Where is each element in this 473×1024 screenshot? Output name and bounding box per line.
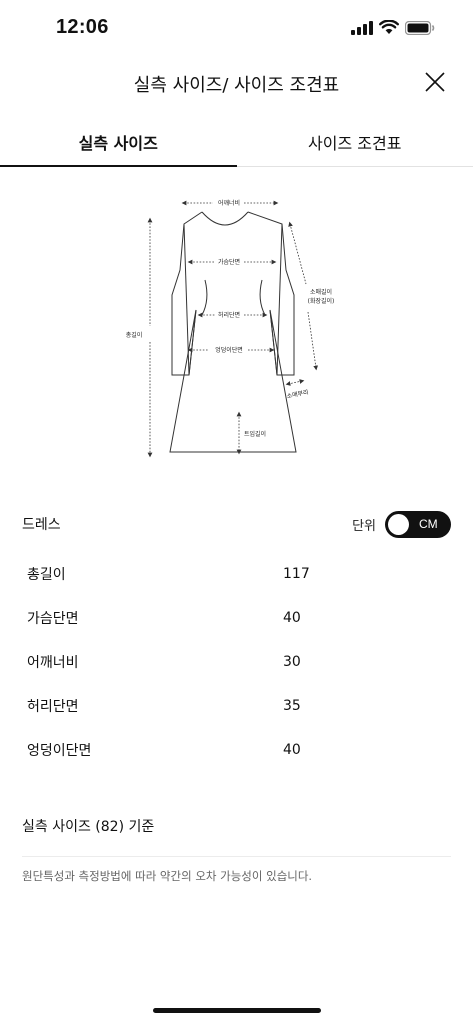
label-slit: 트임길이 xyxy=(244,430,266,438)
header: 실측 사이즈/ 사이즈 조견표 xyxy=(0,60,473,106)
measure-labels: 어깨너비 가슴단면 허리단면 엉덩이단면 총길이 소매길이 (화장길이) 소매부… xyxy=(126,199,335,438)
dress-outline xyxy=(169,211,297,453)
section-title: 드레스 xyxy=(22,517,61,533)
divider xyxy=(22,856,451,857)
unit-value: CM xyxy=(419,516,438,531)
size-value: 40 xyxy=(283,610,301,626)
label-shoulder: 어깨너비 xyxy=(218,199,240,207)
label-cuff: 소매부리 xyxy=(286,388,309,400)
status-icons xyxy=(351,20,435,35)
size-label: 가슴단면 xyxy=(27,611,79,627)
close-button[interactable] xyxy=(423,70,447,94)
measure-lines xyxy=(147,200,319,458)
unit-label: 단위 xyxy=(352,518,376,534)
size-value: 40 xyxy=(283,742,301,758)
unit-toggle[interactable]: CM xyxy=(385,510,451,538)
size-label: 총길이 xyxy=(27,567,66,583)
signal-icon xyxy=(351,20,373,35)
close-icon xyxy=(425,72,445,92)
label-hip: 엉덩이단면 xyxy=(215,346,243,354)
page-title: 실측 사이즈/ 사이즈 조견표 xyxy=(133,75,340,96)
label-sleeve-length: 소매길이 xyxy=(310,288,332,296)
table-row: 허리단면 35 xyxy=(27,684,447,728)
size-label: 엉덩이단면 xyxy=(27,743,92,759)
label-chest: 가슴단면 xyxy=(218,258,240,266)
table-row: 가슴단면 40 xyxy=(27,596,447,640)
size-value: 117 xyxy=(283,566,310,582)
size-label: 어깨너비 xyxy=(27,655,79,671)
section-header: 드레스 단위 CM xyxy=(22,510,451,538)
toggle-knob xyxy=(388,513,409,535)
dress-measurement-diagram: 어깨너비 가슴단면 허리단면 엉덩이단면 총길이 소매길이 (화장길이) 소매부… xyxy=(126,199,335,458)
unit-selector: 단위 CM xyxy=(352,510,451,538)
label-waist: 허리단면 xyxy=(218,311,240,319)
status-bar: 12:06 xyxy=(0,0,473,56)
size-table: 총길이 117 가슴단면 40 어깨너비 30 허리단면 35 엉덩이단면 40 xyxy=(27,552,447,772)
home-indicator[interactable] xyxy=(153,1008,321,1013)
battery-icon xyxy=(405,20,435,35)
size-basis: 실측 사이즈 (82) 기준 xyxy=(22,819,155,835)
table-row: 총길이 117 xyxy=(27,552,447,596)
measurement-note: 원단특성과 측정방법에 따라 약간의 오차 가능성이 있습니다. xyxy=(22,869,313,883)
size-value: 30 xyxy=(283,654,301,670)
wifi-icon xyxy=(379,20,399,34)
label-total-length: 총길이 xyxy=(126,331,143,339)
tab-actual-size[interactable]: 실측 사이즈 xyxy=(0,118,237,167)
size-value: 35 xyxy=(283,698,301,714)
size-label: 허리단면 xyxy=(27,699,79,715)
label-sleeve-length-sub: (화장길이) xyxy=(308,297,335,305)
table-row: 어깨너비 30 xyxy=(27,640,447,684)
table-row: 엉덩이단면 40 xyxy=(27,728,447,772)
status-time: 12:06 xyxy=(56,16,109,38)
tab-size-chart[interactable]: 사이즈 조견표 xyxy=(237,118,473,166)
tab-bar: 실측 사이즈 사이즈 조견표 xyxy=(0,118,473,167)
